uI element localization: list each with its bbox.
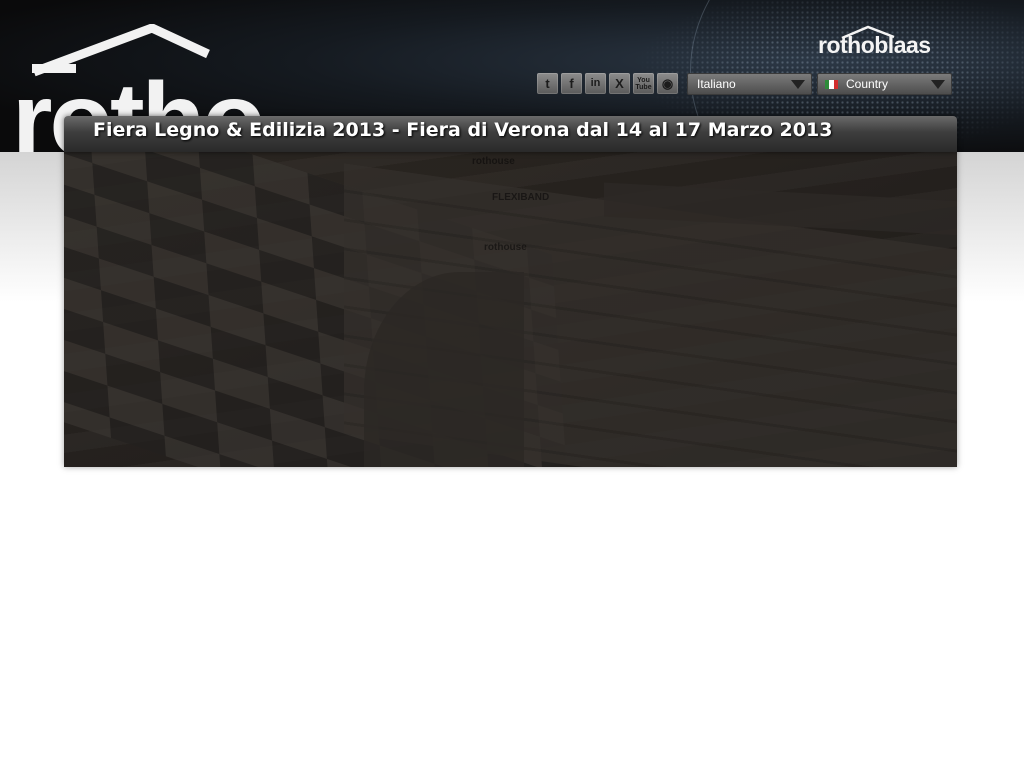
country-select[interactable]: Country (817, 73, 952, 95)
rss-icon[interactable]: ◉ (657, 73, 678, 94)
hero-banner[interactable]: rothouse FLEXIBAND rothouse (64, 152, 957, 467)
language-select-value: Italiano (697, 77, 736, 91)
italy-flag-icon (825, 79, 838, 89)
banner-title[interactable]: Fiera Legno & Edilizia 2013 - Fiera di V… (93, 119, 832, 141)
country-select-value: Country (846, 77, 889, 91)
xing-icon[interactable]: X (609, 73, 630, 94)
twitter-icon[interactable]: t (537, 73, 558, 94)
rothoblaas-brand-logo[interactable]: rothoblaas (818, 24, 958, 62)
hero-dark-overlay (64, 152, 957, 467)
facebook-icon[interactable]: f (561, 73, 582, 94)
youtube-icon[interactable]: You Tube (633, 73, 654, 94)
linkedin-icon[interactable]: in (585, 73, 606, 94)
language-select[interactable]: Italiano (687, 73, 812, 95)
chevron-down-icon (791, 80, 805, 89)
social-links: t f in X You Tube ◉ (537, 73, 678, 95)
chevron-down-icon (931, 80, 945, 89)
brand-name: rothoblaas (818, 32, 931, 58)
banner-title-bar: Fiera Legno & Edilizia 2013 - Fiera di V… (64, 116, 957, 152)
